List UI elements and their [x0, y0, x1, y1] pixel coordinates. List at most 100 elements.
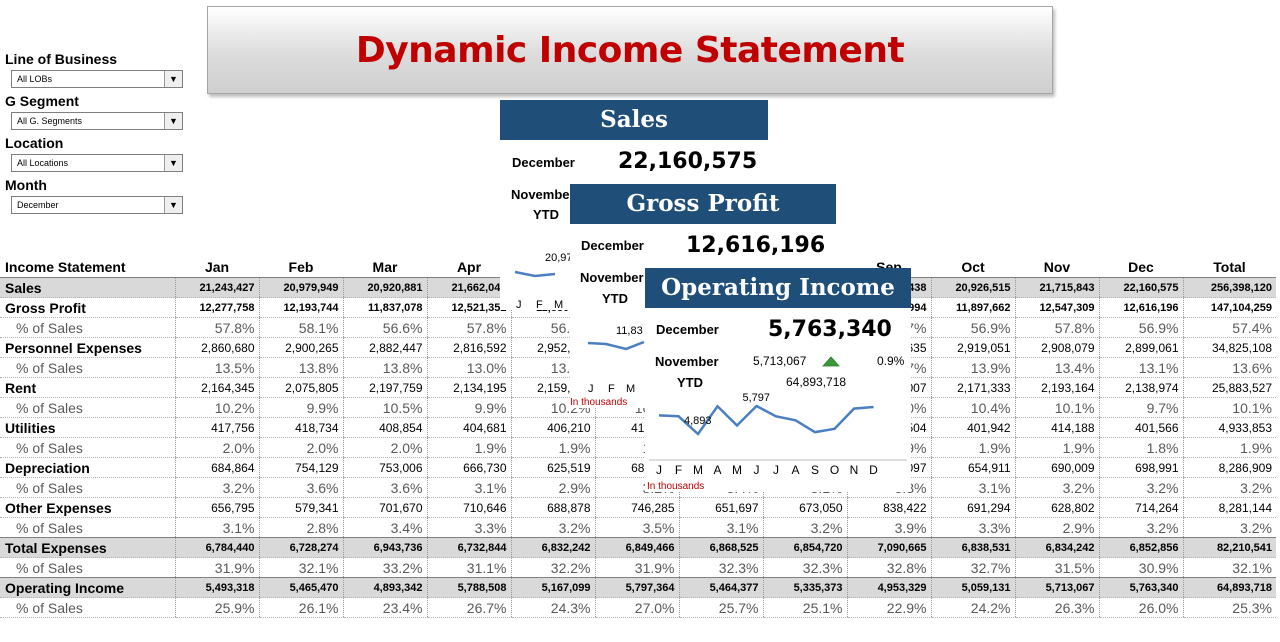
chevron-down-icon[interactable]: ▼: [164, 155, 182, 171]
table-cell: 30.9%: [1098, 557, 1183, 578]
table-cell: 26.7%: [426, 597, 511, 618]
table-row: Utilities 417,756 418,734 408,854 404,681 406…: [0, 417, 1276, 438]
table-cell: 2.9%: [1014, 517, 1099, 538]
table-cell: 3.5%: [594, 517, 679, 538]
table-cell: 684,864: [174, 457, 259, 478]
table-cell: 3.6%: [342, 477, 427, 498]
table-cell: 12,616,196: [1098, 297, 1183, 318]
table-cell: 57.8%: [426, 317, 511, 338]
location-dropdown[interactable]: All Locations ▼: [11, 154, 183, 172]
table-cell: 710,646: [426, 497, 511, 518]
table-cell: 13.1%: [1098, 357, 1183, 378]
table-cell: 11,897,662: [930, 297, 1015, 318]
table-cell: 2,197,759: [342, 377, 427, 398]
table-cell: 3.9%: [846, 517, 931, 538]
table-cell: 9.9%: [258, 397, 343, 418]
gross-profit-card-title: Gross Profit: [570, 184, 836, 224]
table-cell: 401,566: [1098, 417, 1183, 438]
sales-month-f: F: [536, 299, 543, 311]
oi-month-tick: S: [811, 463, 819, 477]
row-label: % of Sales: [0, 597, 175, 618]
column-header-label: Income Statement: [5, 258, 126, 275]
location-value: All Locations: [17, 158, 69, 168]
table-cell: 8,281,144: [1182, 497, 1276, 518]
table-cell: 82,210,541: [1182, 537, 1276, 558]
segment-dropdown[interactable]: All G. Segments ▼: [11, 112, 183, 130]
table-cell: 20,926,515: [930, 277, 1015, 298]
table-cell: 666,730: [426, 457, 511, 478]
table-cell: 6,852,856: [1098, 537, 1183, 558]
table-cell: 401,942: [930, 417, 1015, 438]
table-cell: 6,784,440: [174, 537, 259, 558]
table-cell: 656,795: [174, 497, 259, 518]
oi-month-tick: M: [693, 463, 703, 477]
table-cell: 838,422: [846, 497, 931, 518]
column-header-apr: Apr: [456, 258, 482, 275]
table-cell: 5,464,377: [678, 577, 763, 598]
table-cell: 26.3%: [1014, 597, 1099, 618]
table-cell: 6,732,844: [426, 537, 511, 558]
table-cell: 3.6%: [258, 477, 343, 498]
column-header-jan: Jan: [204, 258, 230, 275]
month-dropdown[interactable]: December ▼: [11, 196, 183, 214]
table-cell: 6,728,274: [258, 537, 343, 558]
table-cell: 673,050: [762, 497, 847, 518]
table-cell: 1.9%: [1182, 437, 1276, 458]
table-cell: 32.1%: [258, 557, 343, 578]
chevron-down-icon[interactable]: ▼: [164, 113, 182, 129]
segment-value: All G. Segments: [17, 116, 83, 126]
table-row: Other Expenses 656,795 579,341 701,670 710,6…: [0, 497, 1276, 518]
table-cell: 25,883,527: [1182, 377, 1276, 398]
lob-dropdown[interactable]: All LOBs ▼: [11, 70, 183, 88]
table-cell: 21,243,427: [174, 277, 259, 298]
table-cell: 2,171,333: [930, 377, 1015, 398]
table-cell: 2.9%: [510, 477, 595, 498]
row-label: % of Sales: [0, 357, 175, 378]
table-cell: 5,335,373: [762, 577, 847, 598]
sales-ytd-label: YTD: [533, 207, 559, 222]
table-cell: 25.3%: [1182, 597, 1276, 618]
oi-prev-value: 5,713,067: [753, 354, 807, 368]
table-cell: 32.3%: [678, 557, 763, 578]
table-cell: 5,788,508: [426, 577, 511, 598]
chevron-down-icon[interactable]: ▼: [164, 197, 182, 213]
oi-month-tick: A: [791, 463, 799, 477]
table-cell: 4,933,853: [1182, 417, 1276, 438]
table-cell: 12,193,744: [258, 297, 343, 318]
table-cell: 1.9%: [510, 437, 595, 458]
table-cell: 701,670: [342, 497, 427, 518]
table-cell: 25.9%: [174, 597, 259, 618]
table-cell: 1.9%: [1014, 437, 1099, 458]
chevron-down-icon[interactable]: ▼: [164, 71, 182, 87]
oi-high-label: 5,797: [743, 392, 771, 404]
table-cell: 10.1%: [1014, 397, 1099, 418]
table-cell: 3.2%: [762, 517, 847, 538]
oi-month-tick: O: [830, 463, 839, 477]
table-cell: 12,521,352: [426, 297, 511, 318]
table-cell: 3.2%: [1182, 517, 1276, 538]
table-cell: 628,802: [1014, 497, 1099, 518]
table-cell: 1.9%: [930, 437, 1015, 458]
table-cell: 32.8%: [846, 557, 931, 578]
table-cell: 22.9%: [846, 597, 931, 618]
table-cell: 56.9%: [1098, 317, 1183, 338]
table-cell: 418,734: [258, 417, 343, 438]
oi-current-label: December: [656, 322, 719, 337]
table-cell: 6,834,242: [1014, 537, 1099, 558]
table-cell: 6,832,242: [510, 537, 595, 558]
column-header-feb: Feb: [288, 258, 314, 275]
table-cell: 31.9%: [174, 557, 259, 578]
table-cell: 24.2%: [930, 597, 1015, 618]
row-label: Personnel Expenses: [0, 337, 175, 358]
row-label: Rent: [0, 377, 175, 398]
table-cell: 1.8%: [1098, 437, 1183, 458]
table-cell: 10.2%: [174, 397, 259, 418]
oi-month-tick: M: [732, 463, 742, 477]
oi-ytd-value: 64,893,718: [786, 375, 847, 389]
table-cell: 31.5%: [1014, 557, 1099, 578]
table-cell: 2,164,345: [174, 377, 259, 398]
table-cell: 256,398,120: [1182, 277, 1276, 298]
table-cell: 414,188: [1014, 417, 1099, 438]
oi-month-tick: J: [656, 463, 662, 477]
gp-current-label: December: [581, 238, 644, 253]
